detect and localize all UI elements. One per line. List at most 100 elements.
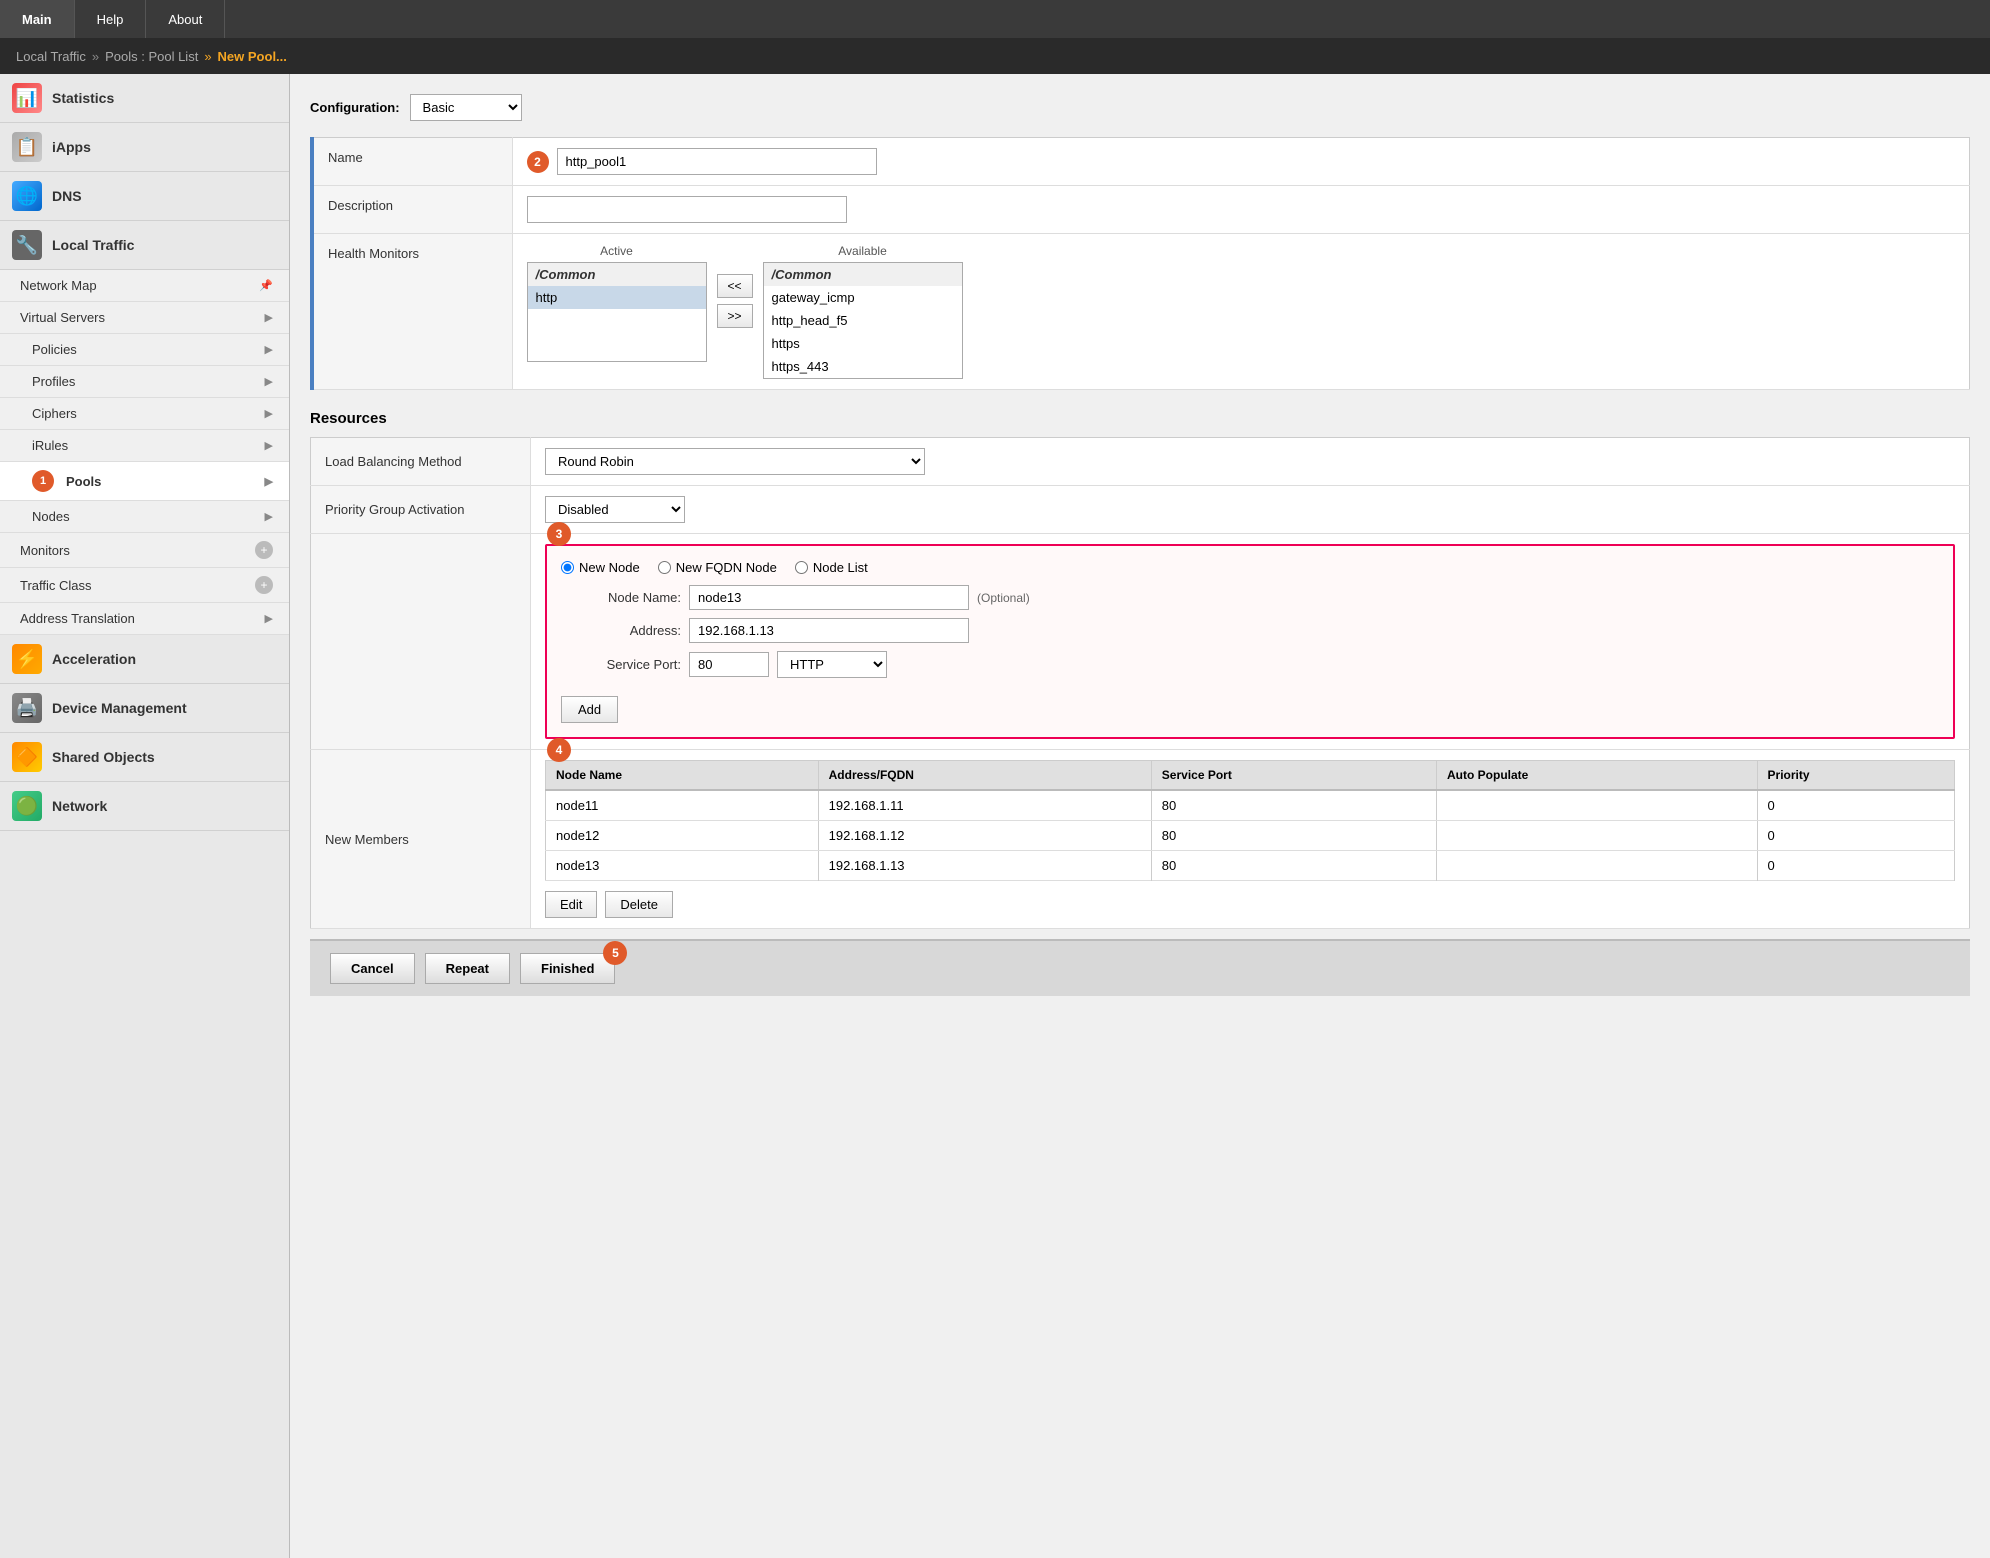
node-badge: 3: [547, 522, 571, 546]
sidebar-item-device-management[interactable]: 🖨️ Device Management: [0, 684, 289, 733]
sidebar-item-pools[interactable]: 1 Pools ▶: [0, 462, 289, 501]
cancel-button[interactable]: Cancel: [330, 953, 415, 984]
lb-method-value: Round Robin Least Connections Fastest Ob…: [531, 438, 1970, 486]
cell-node-name: node12: [546, 821, 819, 851]
sidebar-label-acceleration: Acceleration: [52, 651, 136, 667]
table-row: node13 192.168.1.13 80 0: [546, 851, 1955, 881]
available-list-box: /Common gateway_icmp http_head_f5 https …: [763, 262, 963, 379]
health-monitors-value-cell: Active /Common http << >> Available: [512, 234, 1970, 390]
radio-new-fqdn-input[interactable]: [658, 561, 671, 574]
health-monitors-label: Health Monitors: [312, 234, 512, 390]
delete-button[interactable]: Delete: [605, 891, 673, 918]
sidebar-item-virtual-servers[interactable]: Virtual Servers ▶: [0, 302, 289, 334]
resources-table: Load Balancing Method Round Robin Least …: [310, 437, 1970, 929]
arrow-icon: ▶: [265, 612, 273, 625]
dual-list: Active /Common http << >> Available: [527, 244, 1956, 379]
plus-icon[interactable]: +: [255, 541, 273, 559]
dns-icon: 🌐: [12, 181, 42, 211]
sidebar-item-nodes[interactable]: Nodes ▶: [0, 501, 289, 533]
cell-node-name: node13: [546, 851, 819, 881]
active-list-label: Active: [527, 244, 707, 258]
new-members-value-cell: 4 Node Name Address/FQDN Service Port Au…: [531, 750, 1970, 929]
available-list-item[interactable]: https: [764, 332, 962, 355]
arrow-icon: ▶: [265, 375, 273, 388]
radio-node-list[interactable]: Node List: [795, 560, 868, 575]
cell-auto-populate: [1437, 851, 1758, 881]
active-list-item[interactable]: http: [528, 286, 706, 309]
add-button[interactable]: >>: [717, 304, 753, 328]
sidebar-item-profiles[interactable]: Profiles ▶: [0, 366, 289, 398]
arrow-icon: ▶: [265, 439, 273, 452]
sidebar-item-traffic-class[interactable]: Traffic Class +: [0, 568, 289, 603]
service-port-row: Service Port: HTTP HTTPS FTP SSH SMTP Ot…: [561, 651, 1939, 678]
address-input[interactable]: [689, 618, 969, 643]
tab-help[interactable]: Help: [75, 0, 147, 38]
sidebar-item-irules[interactable]: iRules ▶: [0, 430, 289, 462]
node-name-input[interactable]: [689, 585, 969, 610]
radio-new-fqdn[interactable]: New FQDN Node: [658, 560, 777, 575]
service-port-field-label: Service Port:: [561, 657, 681, 672]
breadcrumb-part-1[interactable]: Local Traffic: [16, 49, 86, 64]
radio-new-node-input[interactable]: [561, 561, 574, 574]
remove-button[interactable]: <<: [717, 274, 753, 298]
priority-select[interactable]: Disabled Enabled: [545, 496, 685, 523]
cell-auto-populate: [1437, 821, 1758, 851]
service-row: HTTP HTTPS FTP SSH SMTP Other: [689, 651, 887, 678]
cell-priority: 0: [1757, 851, 1954, 881]
table-row: node11 192.168.1.11 80 0: [546, 790, 1955, 821]
sidebar-item-shared-objects[interactable]: 🔶 Shared Objects: [0, 733, 289, 782]
sidebar-item-address-translation[interactable]: Address Translation ▶: [0, 603, 289, 635]
members-table: Node Name Address/FQDN Service Port Auto…: [545, 760, 1955, 881]
sidebar: 📊 Statistics 📋 iApps 🌐 DNS 🔧 Local Traff…: [0, 74, 290, 1558]
repeat-button[interactable]: Repeat: [425, 953, 510, 984]
node-add-box: New Node New FQDN Node Node List: [545, 544, 1955, 739]
sidebar-label-address-translation: Address Translation: [20, 611, 135, 626]
cell-service-port: 80: [1151, 821, 1436, 851]
sidebar-item-iapps[interactable]: 📋 iApps: [0, 123, 289, 172]
active-list-box: /Common http: [527, 262, 707, 362]
tab-main[interactable]: Main: [0, 0, 75, 38]
sidebar-item-network-map[interactable]: Network Map 📌: [0, 270, 289, 302]
new-members-row: New Members 4 Node Name Address/FQDN Ser…: [311, 750, 1970, 929]
available-list-item[interactable]: gateway_icmp: [764, 286, 962, 309]
col-address: Address/FQDN: [818, 761, 1151, 791]
name-label: Name: [312, 138, 512, 186]
sidebar-item-acceleration[interactable]: ⚡ Acceleration: [0, 635, 289, 684]
available-list-item[interactable]: http_head_f5: [764, 309, 962, 332]
sidebar-submenu: Network Map 📌 Virtual Servers ▶ Policies…: [0, 270, 289, 635]
sidebar-item-dns[interactable]: 🌐 DNS: [0, 172, 289, 221]
service-port-input[interactable]: [689, 652, 769, 677]
sidebar-item-ciphers[interactable]: Ciphers ▶: [0, 398, 289, 430]
add-node-button[interactable]: Add: [561, 696, 618, 723]
plus-icon[interactable]: +: [255, 576, 273, 594]
radio-new-node[interactable]: New Node: [561, 560, 640, 575]
sidebar-label-dns: DNS: [52, 188, 82, 204]
action-btn-row: Edit Delete: [545, 891, 1955, 918]
description-input[interactable]: [527, 196, 847, 223]
tab-about[interactable]: About: [146, 0, 225, 38]
lb-method-select[interactable]: Round Robin Least Connections Fastest Ob…: [545, 448, 925, 475]
breadcrumb-part-2[interactable]: Pools : Pool List: [105, 49, 198, 64]
cell-priority: 0: [1757, 790, 1954, 821]
radio-node-list-input[interactable]: [795, 561, 808, 574]
finished-button[interactable]: Finished: [520, 953, 615, 984]
configuration-label: Configuration:: [310, 100, 400, 115]
node-add-row: 3 New Node New FQDN Node: [311, 534, 1970, 750]
main-form-table: Name 2 Description Health Monitors: [310, 137, 1970, 390]
name-input[interactable]: [557, 148, 877, 175]
sidebar-item-monitors[interactable]: Monitors +: [0, 533, 289, 568]
sidebar-item-local-traffic[interactable]: 🔧 Local Traffic: [0, 221, 289, 270]
sidebar-item-network[interactable]: 🟢 Network: [0, 782, 289, 831]
configuration-select[interactable]: Basic Advanced: [410, 94, 522, 121]
name-row: Name 2: [312, 138, 1970, 186]
table-row: node12 192.168.1.12 80 0: [546, 821, 1955, 851]
cell-service-port: 80: [1151, 851, 1436, 881]
edit-button[interactable]: Edit: [545, 891, 597, 918]
sidebar-item-statistics[interactable]: 📊 Statistics: [0, 74, 289, 123]
sidebar-item-policies[interactable]: Policies ▶: [0, 334, 289, 366]
sidebar-label-iapps: iApps: [52, 139, 91, 155]
available-list-item[interactable]: https_443: [764, 355, 962, 378]
service-port-select[interactable]: HTTP HTTPS FTP SSH SMTP Other: [777, 651, 887, 678]
radio-new-fqdn-label: New FQDN Node: [676, 560, 777, 575]
device-management-icon: 🖨️: [12, 693, 42, 723]
